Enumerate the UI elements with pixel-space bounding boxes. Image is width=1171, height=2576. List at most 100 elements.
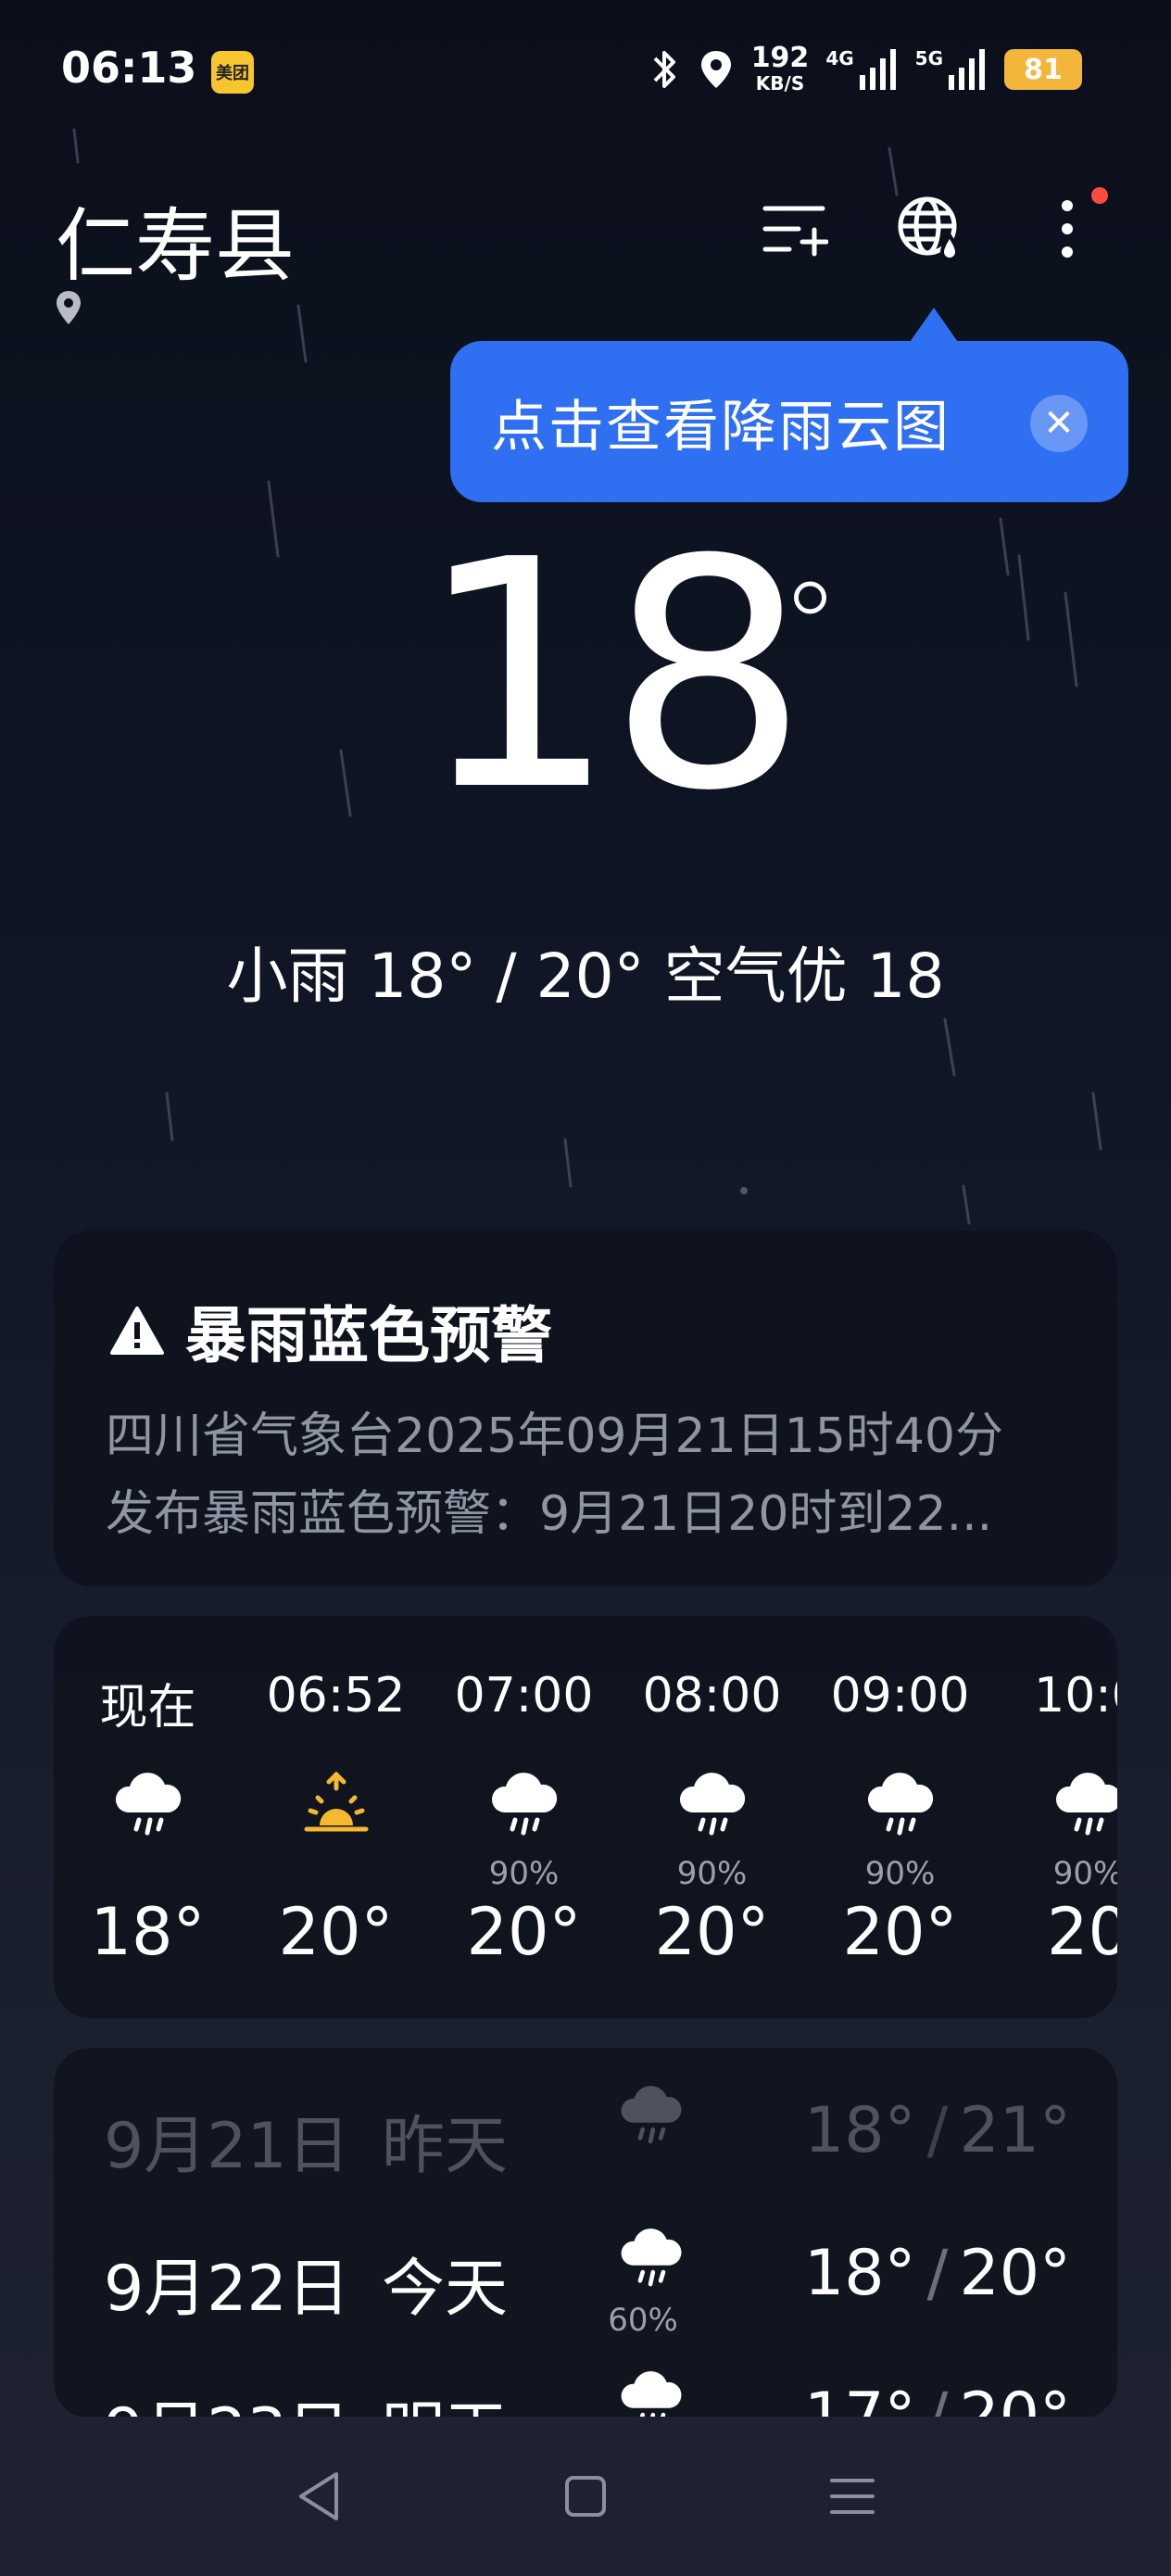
status-indicators: 192 KB/S 4G 5G 81	[649, 44, 1082, 95]
hour-precip-probability: 90%	[676, 1855, 748, 1892]
tooltip-close-button[interactable]: ✕	[1030, 395, 1088, 452]
hour-temperature: 20°	[466, 1894, 582, 1970]
alert-line-2: 发布暴雨蓝色预警：9月21日20时到22...	[106, 1486, 993, 1542]
day-name: 明天	[382, 2380, 508, 2418]
alert-title: 暴雨蓝色预警	[109, 1286, 552, 1375]
day-high: 20°	[959, 2380, 1071, 2418]
signal-5g: 5G	[915, 47, 988, 92]
hourly-item[interactable]: 09:00 90% 20°	[806, 1616, 994, 2018]
hourly-item[interactable]: 08:00 90% 20°	[618, 1616, 806, 2018]
hour-precip-probability: 90%	[1052, 1855, 1117, 1892]
bluetooth-icon	[653, 51, 675, 88]
hour-precip-probability: 90%	[864, 1855, 936, 1892]
rain-radar-tooltip[interactable]: 点击查看降雨云图	[450, 341, 1128, 502]
day-precip-probability: 60%	[608, 2302, 678, 2339]
hour-weather-icon	[863, 1772, 938, 1842]
daily-row[interactable]: 9月21日 昨天 18°/21°	[54, 2055, 1117, 2194]
network-speed-unit: KB/S	[755, 72, 805, 95]
back-triangle-icon	[299, 2472, 338, 2520]
day-weather-icon	[617, 2370, 686, 2418]
rain-icon	[491, 1773, 557, 1836]
day-low: 17°	[804, 2380, 916, 2418]
hour-weather-icon	[299, 1771, 373, 1842]
status-time: 06:13	[61, 43, 197, 93]
network-speed: 192 KB/S	[751, 44, 810, 95]
system-navigation-bar	[0, 2417, 1171, 2576]
daily-row[interactable]: 9月23日 明天 17° / 20°	[54, 2341, 1117, 2418]
hour-time: 07:00	[454, 1668, 594, 1724]
tooltip-arrow	[908, 308, 960, 345]
manage-cities-button[interactable]	[756, 190, 834, 268]
rain-icon	[621, 2371, 682, 2418]
nav-recents-button[interactable]	[811, 2455, 894, 2538]
day-name: 今天	[382, 2253, 509, 2326]
globe-rain-icon	[898, 196, 960, 261]
rain-radar-button[interactable]	[891, 190, 969, 268]
signal-5g-label: 5G	[914, 47, 943, 69]
day-low: 18°	[804, 2237, 916, 2310]
current-temperature: 18	[417, 493, 809, 860]
weather-alert-card[interactable]: 暴雨蓝色预警 四川省气象台2025年09月21日15时40分 发布暴雨蓝色预警：…	[54, 1231, 1117, 1586]
location-pin-icon	[57, 291, 81, 324]
hour-time: 08:00	[642, 1668, 782, 1724]
hour-weather-icon	[1051, 1772, 1117, 1842]
alert-description: 四川省气象台2025年09月21日15时40分 发布暴雨蓝色预警：9月21日20…	[106, 1397, 1069, 1553]
daily-row[interactable]: 9月22日 今天 60% 18°/20°	[54, 2198, 1117, 2339]
hourly-item[interactable]: 07:00 90% 20°	[430, 1616, 618, 2018]
day-name: 昨天	[382, 2110, 509, 2183]
hourly-forecast-list[interactable]: 现在 18° 06:52 20° 07:00 90% 20° 08:00 90%…	[54, 1616, 1117, 2018]
signal-bars-icon	[859, 49, 896, 90]
tooltip-text[interactable]: 点击查看降雨云图	[491, 382, 951, 462]
location-icon	[700, 51, 731, 88]
meituan-notification-icon: 美团	[211, 51, 254, 94]
hourly-forecast-card[interactable]: 现在 18° 06:52 20° 07:00 90% 20° 08:00 90%…	[54, 1616, 1117, 2018]
day-high: 21°	[959, 2094, 1071, 2167]
more-vertical-icon	[1062, 200, 1073, 258]
day-date: 9月21日	[104, 2110, 350, 2183]
battery-icon: 81	[1004, 49, 1082, 90]
hour-temperature: 20°	[842, 1894, 958, 1970]
rain-icon	[115, 1773, 181, 1836]
rain-icon	[1055, 1773, 1117, 1836]
degree-symbol: °	[780, 556, 840, 697]
hour-weather-icon	[675, 1772, 749, 1842]
temp-separator: /	[926, 2094, 949, 2167]
network-speed-value: 192	[750, 42, 810, 74]
hourly-item[interactable]: 现在 18°	[54, 1616, 242, 2018]
menu-lines-icon	[830, 2479, 875, 2514]
hour-precip-probability: 90%	[488, 1855, 560, 1892]
signal-4g-label: 4G	[825, 47, 854, 69]
day-temperature-range: 18°/20°	[804, 2237, 1071, 2310]
signal-bars-icon	[949, 49, 985, 90]
sunrise-icon	[304, 1771, 368, 1832]
day-temperature-range: 18°/21°	[804, 2094, 1071, 2167]
notification-dot	[1091, 187, 1108, 204]
day-weather-icon	[617, 2085, 686, 2151]
hour-time: 09:00	[830, 1668, 970, 1724]
rain-icon	[621, 2086, 682, 2144]
daily-forecast-card[interactable]: 9月21日 昨天 18°/21° 9月22日 今天 60% 18°/20° 9月…	[54, 2048, 1117, 2418]
day-high: 20°	[959, 2237, 1071, 2310]
day-weather-icon	[617, 2228, 686, 2293]
city-name[interactable]: 仁寿县	[56, 181, 295, 297]
hour-temperature: 18°	[90, 1894, 206, 1970]
day-date: 9月22日	[104, 2253, 350, 2326]
day-low: 18°	[804, 2094, 916, 2167]
hourly-item[interactable]: 06:52 20°	[242, 1616, 430, 2018]
day-date: 9月23日	[104, 2380, 350, 2418]
nav-home-button[interactable]	[544, 2455, 627, 2538]
weather-summary[interactable]: 小雨 18° / 20° 空气优 18	[0, 927, 1171, 1016]
day-temperature-range: 17° / 20°	[804, 2380, 1071, 2418]
hour-weather-icon	[487, 1772, 561, 1842]
hour-temperature: 20°	[654, 1894, 770, 1970]
hour-time: 10:0	[1034, 1668, 1117, 1724]
hour-temperature: 20	[1046, 1894, 1117, 1970]
signal-4g: 4G	[825, 47, 898, 92]
hour-temperature: 20°	[278, 1894, 394, 1970]
alert-line-1: 四川省气象台2025年09月21日15时40分	[106, 1408, 1004, 1464]
nav-back-button[interactable]	[277, 2455, 360, 2538]
warning-icon	[110, 1307, 164, 1355]
temp-separator: /	[926, 2380, 949, 2418]
rain-icon	[621, 2229, 682, 2287]
hourly-item[interactable]: 10:0 90% 20	[994, 1616, 1117, 2018]
